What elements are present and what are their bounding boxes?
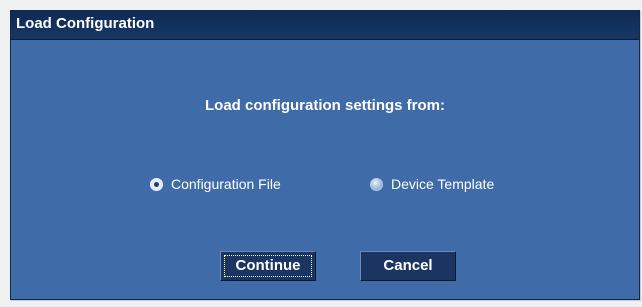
radio-configuration-file[interactable]: Configuration File [150, 175, 281, 193]
title-bar: Load Configuration [11, 11, 639, 40]
radio-unchecked-icon[interactable] [370, 177, 383, 191]
continue-button-label: Continue [235, 257, 301, 274]
load-configuration-dialog: Load Configuration Load configuration se… [10, 10, 640, 300]
prompt-text: Load configuration settings from: [205, 97, 445, 114]
cancel-button[interactable]: Cancel [360, 251, 456, 281]
continue-button[interactable]: Continue [220, 251, 316, 281]
radio-checked-icon[interactable] [150, 177, 163, 191]
radio-configuration-file-label[interactable]: Configuration File [171, 176, 281, 192]
dialog-title: Load Configuration [16, 15, 155, 32]
radio-device-template-label[interactable]: Device Template [391, 176, 494, 192]
cancel-button-label: Cancel [383, 257, 433, 274]
radio-device-template[interactable]: Device Template [370, 175, 494, 193]
